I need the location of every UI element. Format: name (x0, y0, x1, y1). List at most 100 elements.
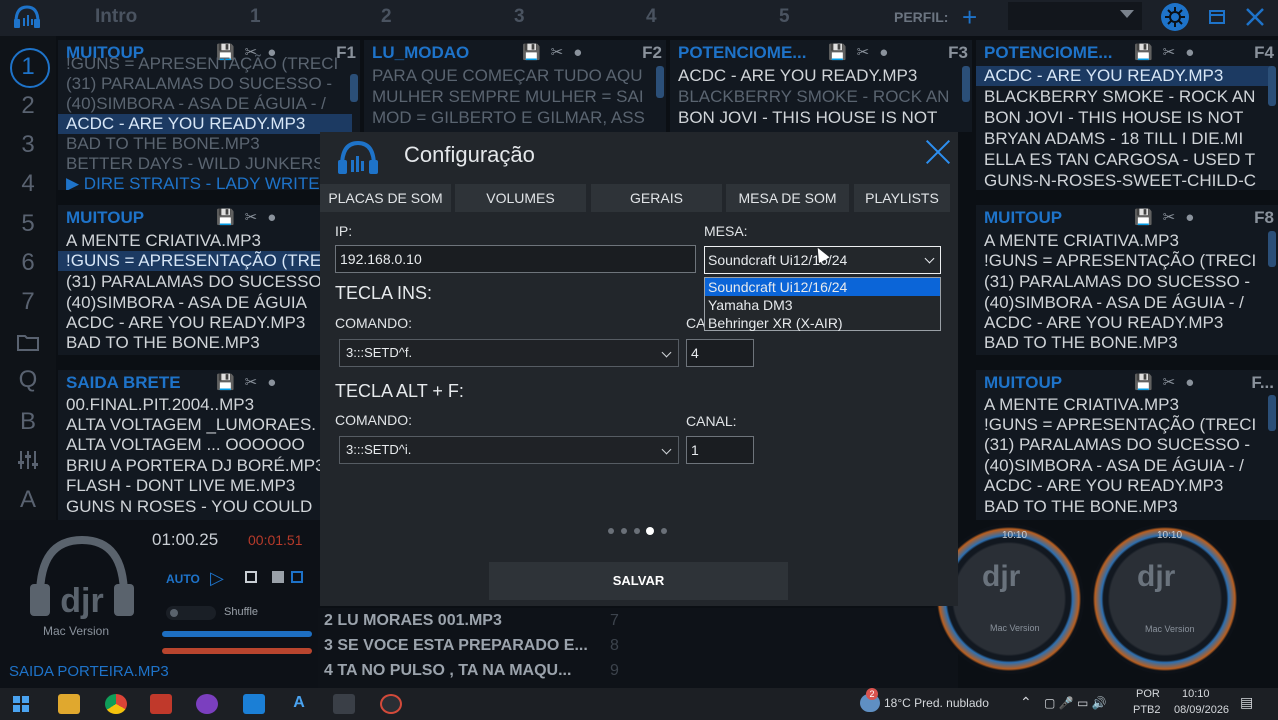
save-button[interactable]: SALVAR (489, 562, 788, 600)
list-item[interactable]: ELLA ES TAN CARGOSA - USED T (984, 150, 1255, 170)
tab-2[interactable]: 2 (381, 6, 392, 28)
list-item[interactable]: !GUNS = APRESENTAÇÃO (TRECI (984, 415, 1256, 435)
djr-taskbar-icon[interactable] (333, 694, 355, 714)
rail-page-4[interactable]: 4 (8, 166, 48, 202)
list-item[interactable]: !GUNS = APRESENTAÇÃO (TRECI (66, 54, 338, 74)
page-dot[interactable] (608, 528, 614, 534)
scrollbar[interactable] (962, 66, 970, 102)
rail-page-5[interactable]: 5 (8, 206, 48, 242)
list-item[interactable]: ACDC - ARE YOU READY.MP3 (66, 313, 305, 333)
page-dot[interactable] (661, 528, 667, 534)
list-item[interactable]: BAD TO THE BONE.MP3 (66, 333, 260, 353)
tab-1[interactable]: 1 (250, 6, 261, 28)
playlist-panel-f1[interactable]: MUITOUP 💾✂● F1 !GUNS = APRESENTAÇÃO (TRE… (58, 40, 360, 190)
vscode-icon[interactable] (243, 694, 265, 714)
scrollbar[interactable] (350, 74, 358, 102)
mesa-option-soundcraft[interactable]: Soundcraft Ui12/16/24 (705, 278, 940, 296)
clock-date[interactable]: 08/09/2026 (1174, 704, 1229, 716)
list-item[interactable]: GUNS-N-ROSES-SWEET-CHILD-C (984, 171, 1256, 190)
playlist-panel-f3[interactable]: POTENCIOME... 💾✂● F3 ACDC - ARE YOU READ… (670, 40, 972, 132)
panel-tools-icons[interactable]: 💾✂● (1134, 373, 1204, 391)
panel-tools-icons[interactable]: 💾✂● (1134, 43, 1204, 61)
tab-mesa-de-som[interactable]: MESA DE SOM (726, 184, 849, 212)
shuffle-toggle[interactable] (166, 606, 216, 620)
list-item[interactable]: ACDC - ARE YOU READY.MP3 (984, 313, 1223, 333)
rail-page-2[interactable]: 2 (8, 88, 48, 124)
tray-icons[interactable]: ▢ 🎤 ▭ 🔊 (1044, 696, 1107, 710)
play-icon[interactable]: ▷ (210, 568, 224, 589)
list-item-selected[interactable]: ACDC - ARE YOU READY.MP3 (58, 114, 352, 134)
list-item[interactable]: MULHER SEMPRE MULHER = SAI (372, 87, 644, 107)
page-dot-active[interactable] (646, 527, 654, 535)
list-item[interactable]: GUNS N ROSES - YOU COULD (66, 497, 312, 517)
list-item[interactable]: !GUNS = APRESENTAÇÃO (TRECI (984, 251, 1256, 271)
list-item[interactable]: MOD = GILBERTO E GILMAR, ASS (372, 108, 645, 128)
list-item[interactable]: (40)SIMBORA - ASA DE ÁGUIA - / (66, 94, 326, 114)
list-item[interactable]: (40)SIMBORA - ASA DE ÁGUIA - / (984, 456, 1244, 476)
rail-page-1[interactable]: 1 (8, 48, 50, 88)
page-dot[interactable] (621, 528, 627, 534)
rail-page-7[interactable]: 7 (8, 284, 48, 320)
auto-toggle[interactable]: AUTO (166, 572, 200, 586)
list-item[interactable]: A MENTE CRIATIVA.MP3 (984, 231, 1179, 251)
list-item[interactable]: BON JOVI - THIS HOUSE IS NOT (984, 108, 1243, 128)
list-item[interactable]: BRIU A PORTERA DJ BORÉ.MP3 (66, 456, 325, 476)
list-item[interactable]: BAD TO THE BONE.MP3 (984, 497, 1178, 517)
rail-b[interactable]: B (8, 404, 48, 440)
list-item[interactable]: PARA QUE COMEÇAR TUDO AQU (372, 66, 642, 86)
list-item[interactable]: (31) PARALAMAS DO SUCESSO (66, 272, 322, 292)
app-a-icon[interactable]: A (288, 694, 310, 714)
list-item[interactable]: (40)SIMBORA - ASA DE ÁGUIA (66, 293, 307, 313)
add-perfil-icon[interactable]: + (962, 2, 977, 33)
playlist-panel-5[interactable]: MUITOUP 💾✂● A MENTE CRIATIVA.MP3 !GUNS =… (58, 205, 360, 355)
list-item[interactable]: 00.FINAL.PIT.2004..MP3 (66, 395, 254, 415)
close-app-icon[interactable] (1240, 2, 1270, 32)
mixer-sliders-icon[interactable] (8, 442, 48, 478)
file-explorer-icon[interactable] (58, 694, 80, 714)
list-item[interactable]: BLACKBERRY SMOKE - ROCK AN (984, 87, 1255, 107)
playlist-panel-f4[interactable]: POTENCIOME... 💾✂● F4 ACDC - ARE YOU READ… (976, 40, 1278, 190)
rail-a[interactable]: A (8, 482, 48, 518)
panel-tools-icons[interactable]: 💾✂● (522, 43, 592, 61)
list-item[interactable]: BON JOVI - THIS HOUSE IS NOT (678, 108, 937, 128)
list-item[interactable]: (31) PARALAMAS DO SUCESSO - (66, 74, 332, 94)
tab-gerais[interactable]: GERAIS (591, 184, 722, 212)
language-top[interactable]: POR (1136, 688, 1160, 700)
playlist-panel-f8[interactable]: MUITOUP 💾✂● F8 A MENTE CRIATIVA.MP3 !GUN… (976, 205, 1278, 355)
list-item[interactable]: BRYAN ADAMS - 18 TILL I DIE.MI (984, 129, 1243, 149)
progress-bar[interactable] (162, 648, 312, 654)
scrollbar[interactable] (1268, 66, 1276, 106)
tab-5[interactable]: 5 (779, 6, 790, 28)
list-item[interactable]: BAD TO THE BONE.MP3 (66, 134, 260, 154)
settings-icon[interactable] (1160, 2, 1190, 32)
perfil-select[interactable] (1008, 2, 1142, 30)
playlist-panel-f2[interactable]: LU_MODAO 💾✂● F2 PARA QUE COMEÇAR TUDO AQ… (364, 40, 666, 132)
list-item[interactable]: BLACKBERRY SMOKE - ROCK AN (678, 87, 949, 107)
app-purple-icon[interactable] (196, 694, 218, 714)
tab-intro[interactable]: Intro (95, 6, 137, 28)
canal-ins-input[interactable]: 4 (686, 339, 754, 367)
list-item[interactable]: BAD TO THE BONE.MP3 (984, 333, 1178, 353)
scrollbar[interactable] (1268, 231, 1276, 267)
canal-alt-input[interactable]: 1 (686, 436, 754, 464)
list-item-playing[interactable]: ▶ DIRE STRAITS - LADY WRITER (66, 174, 332, 190)
list-item[interactable]: (31) PARALAMAS DO SUCESSO - (984, 435, 1250, 455)
windows-start-icon[interactable] (13, 696, 29, 712)
language-bottom[interactable]: PTB2 (1133, 704, 1161, 716)
deck-b-jog-wheel[interactable] (1090, 524, 1240, 674)
list-item[interactable]: A MENTE CRIATIVA.MP3 (984, 395, 1179, 415)
list-item[interactable]: FLASH - DONT LIVE ME.MP3 (66, 476, 295, 496)
tab-volumes[interactable]: VOLUMES (455, 184, 586, 212)
pause-icon[interactable] (272, 571, 284, 583)
loop-icon[interactable] (291, 571, 303, 583)
tray-chevron-icon[interactable]: ⌃ (1020, 694, 1032, 711)
tab-4[interactable]: 4 (646, 6, 657, 28)
rail-page-6[interactable]: 6 (8, 245, 48, 281)
weather-text[interactable]: 18°C Pred. nublado (884, 696, 989, 710)
notifications-icon[interactable]: ▤ (1240, 694, 1253, 711)
scrollbar[interactable] (1268, 395, 1276, 431)
list-item[interactable]: ACDC - ARE YOU READY.MP3 (678, 66, 917, 86)
queue-item[interactable]: 2 LU MORAES 001.MP3 (324, 612, 502, 630)
clock-time[interactable]: 10:10 (1182, 688, 1210, 700)
app-clock-icon[interactable] (380, 694, 402, 714)
